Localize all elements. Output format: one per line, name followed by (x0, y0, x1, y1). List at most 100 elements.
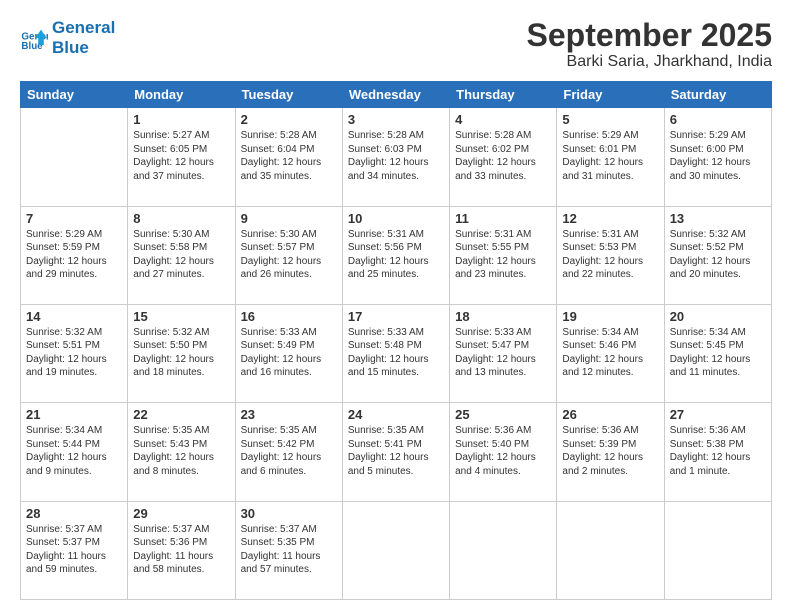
day-info: Sunrise: 5:34 AM Sunset: 5:46 PM Dayligh… (562, 326, 658, 380)
day-number: 6 (670, 112, 766, 127)
calendar-cell: 19 Sunrise: 5:34 AM Sunset: 5:46 PM Dayli… (557, 304, 664, 402)
calendar-table: SundayMondayTuesdayWednesdayThursdayFrid… (20, 81, 772, 600)
day-number: 15 (133, 309, 229, 324)
calendar-cell: 18Sunrise: 5:33 AM Sunset: 5:47 PM Dayli… (450, 304, 557, 402)
day-info: Sunrise: 5:33 AM Sunset: 5:48 PM Dayligh… (348, 326, 444, 380)
day-info: Sunrise: 5:36 AM Sunset: 5:39 PM Dayligh… (562, 424, 658, 478)
day-info: Sunrise: 5:27 AM Sunset: 6:05 PM Dayligh… (133, 129, 229, 183)
day-number: 13 (670, 211, 766, 226)
calendar-cell: 30Sunrise: 5:37 AM Sunset: 5:35 PM Dayli… (235, 501, 342, 599)
day-info: Sunrise: 5:31 AM Sunset: 5:56 PM Dayligh… (348, 228, 444, 282)
day-info: Sunrise: 5:33 AM Sunset: 5:49 PM Dayligh… (241, 326, 337, 380)
day-info: Sunrise: 5:35 AM Sunset: 5:42 PM Dayligh… (241, 424, 337, 478)
calendar-cell: 11Sunrise: 5:31 AM Sunset: 5:55 PM Dayli… (450, 206, 557, 304)
calendar-cell (557, 501, 664, 599)
week-row-5: 28Sunrise: 5:37 AM Sunset: 5:37 PM Dayli… (21, 501, 772, 599)
day-number: 27 (670, 407, 766, 422)
day-number: 21 (26, 407, 122, 422)
day-number: 3 (348, 112, 444, 127)
week-row-4: 21 Sunrise: 5:34 AM Sunset: 5:44 PM Dayli… (21, 403, 772, 501)
calendar-cell: 13 Sunrise: 5:32 AM Sunset: 5:52 PM Dayli… (664, 206, 771, 304)
calendar-cell: 21 Sunrise: 5:34 AM Sunset: 5:44 PM Dayli… (21, 403, 128, 501)
day-header-wednesday: Wednesday (342, 82, 449, 108)
day-number: 10 (348, 211, 444, 226)
calendar-cell: 1 Sunrise: 5:27 AM Sunset: 6:05 PM Daylig… (128, 108, 235, 206)
day-info: Sunrise: 5:28 AM Sunset: 6:03 PM Dayligh… (348, 129, 444, 183)
week-row-3: 14Sunrise: 5:32 AM Sunset: 5:51 PM Dayli… (21, 304, 772, 402)
day-number: 22 (133, 407, 229, 422)
title-block: September 2025 Barki Saria, Jharkhand, I… (527, 18, 772, 71)
day-number: 18 (455, 309, 551, 324)
logo-general: General (52, 18, 115, 38)
calendar-header-row: SundayMondayTuesdayWednesdayThursdayFrid… (21, 82, 772, 108)
day-info: Sunrise: 5:37 AM Sunset: 5:36 PM Dayligh… (133, 523, 229, 577)
calendar-cell: 20 Sunrise: 5:34 AM Sunset: 5:45 PM Dayli… (664, 304, 771, 402)
calendar-cell: 15 Sunrise: 5:32 AM Sunset: 5:50 PM Dayli… (128, 304, 235, 402)
day-info: Sunrise: 5:34 AM Sunset: 5:44 PM Dayligh… (26, 424, 122, 478)
day-number: 1 (133, 112, 229, 127)
calendar-cell: 25Sunrise: 5:36 AM Sunset: 5:40 PM Dayli… (450, 403, 557, 501)
logo: General Blue General Blue (20, 18, 115, 57)
day-info: Sunrise: 5:35 AM Sunset: 5:43 PM Dayligh… (133, 424, 229, 478)
day-number: 17 (348, 309, 444, 324)
day-header-tuesday: Tuesday (235, 82, 342, 108)
logo-icon: General Blue (20, 24, 48, 52)
day-info: Sunrise: 5:32 AM Sunset: 5:52 PM Dayligh… (670, 228, 766, 282)
day-number: 20 (670, 309, 766, 324)
calendar-cell: 7 Sunrise: 5:29 AM Sunset: 5:59 PM Daylig… (21, 206, 128, 304)
header: General Blue General Blue September 2025… (20, 18, 772, 71)
calendar-cell: 24Sunrise: 5:35 AM Sunset: 5:41 PM Dayli… (342, 403, 449, 501)
calendar-cell: 23 Sunrise: 5:35 AM Sunset: 5:42 PM Dayli… (235, 403, 342, 501)
calendar-cell (342, 501, 449, 599)
day-number: 16 (241, 309, 337, 324)
calendar-cell (664, 501, 771, 599)
day-info: Sunrise: 5:28 AM Sunset: 6:04 PM Dayligh… (241, 129, 337, 183)
calendar-cell (450, 501, 557, 599)
day-number: 28 (26, 506, 122, 521)
day-info: Sunrise: 5:29 AM Sunset: 5:59 PM Dayligh… (26, 228, 122, 282)
calendar-cell: 9Sunrise: 5:30 AM Sunset: 5:57 PM Daylig… (235, 206, 342, 304)
day-number: 25 (455, 407, 551, 422)
month-title: September 2025 (527, 18, 772, 53)
day-header-thursday: Thursday (450, 82, 557, 108)
day-info: Sunrise: 5:30 AM Sunset: 5:57 PM Dayligh… (241, 228, 337, 282)
day-header-friday: Friday (557, 82, 664, 108)
day-info: Sunrise: 5:28 AM Sunset: 6:02 PM Dayligh… (455, 129, 551, 183)
day-number: 4 (455, 112, 551, 127)
calendar-cell: 3 Sunrise: 5:28 AM Sunset: 6:03 PM Daylig… (342, 108, 449, 206)
calendar-cell: 22 Sunrise: 5:35 AM Sunset: 5:43 PM Dayli… (128, 403, 235, 501)
calendar-cell: 17 Sunrise: 5:33 AM Sunset: 5:48 PM Dayli… (342, 304, 449, 402)
calendar-cell: 10 Sunrise: 5:31 AM Sunset: 5:56 PM Dayli… (342, 206, 449, 304)
calendar-cell: 4 Sunrise: 5:28 AM Sunset: 6:02 PM Daylig… (450, 108, 557, 206)
calendar-cell: 2 Sunrise: 5:28 AM Sunset: 6:04 PM Daylig… (235, 108, 342, 206)
day-header-saturday: Saturday (664, 82, 771, 108)
page: General Blue General Blue September 2025… (0, 0, 792, 612)
calendar-cell: 26 Sunrise: 5:36 AM Sunset: 5:39 PM Dayli… (557, 403, 664, 501)
day-info: Sunrise: 5:32 AM Sunset: 5:51 PM Dayligh… (26, 326, 122, 380)
day-info: Sunrise: 5:32 AM Sunset: 5:50 PM Dayligh… (133, 326, 229, 380)
day-info: Sunrise: 5:36 AM Sunset: 5:38 PM Dayligh… (670, 424, 766, 478)
day-number: 23 (241, 407, 337, 422)
day-number: 29 (133, 506, 229, 521)
day-number: 19 (562, 309, 658, 324)
day-number: 26 (562, 407, 658, 422)
calendar-cell: 16 Sunrise: 5:33 AM Sunset: 5:49 PM Dayli… (235, 304, 342, 402)
day-number: 7 (26, 211, 122, 226)
day-info: Sunrise: 5:29 AM Sunset: 6:01 PM Dayligh… (562, 129, 658, 183)
location-subtitle: Barki Saria, Jharkhand, India (527, 53, 772, 71)
week-row-1: 1 Sunrise: 5:27 AM Sunset: 6:05 PM Daylig… (21, 108, 772, 206)
day-info: Sunrise: 5:31 AM Sunset: 5:55 PM Dayligh… (455, 228, 551, 282)
day-info: Sunrise: 5:29 AM Sunset: 6:00 PM Dayligh… (670, 129, 766, 183)
calendar-cell: 29 Sunrise: 5:37 AM Sunset: 5:36 PM Dayli… (128, 501, 235, 599)
day-number: 2 (241, 112, 337, 127)
day-info: Sunrise: 5:37 AM Sunset: 5:35 PM Dayligh… (241, 523, 337, 577)
day-number: 12 (562, 211, 658, 226)
day-info: Sunrise: 5:34 AM Sunset: 5:45 PM Dayligh… (670, 326, 766, 380)
day-info: Sunrise: 5:31 AM Sunset: 5:53 PM Dayligh… (562, 228, 658, 282)
day-header-sunday: Sunday (21, 82, 128, 108)
day-info: Sunrise: 5:30 AM Sunset: 5:58 PM Dayligh… (133, 228, 229, 282)
logo-blue: Blue (52, 38, 115, 58)
calendar-cell (21, 108, 128, 206)
calendar-cell: 6 Sunrise: 5:29 AM Sunset: 6:00 PM Daylig… (664, 108, 771, 206)
calendar-cell: 27 Sunrise: 5:36 AM Sunset: 5:38 PM Dayli… (664, 403, 771, 501)
